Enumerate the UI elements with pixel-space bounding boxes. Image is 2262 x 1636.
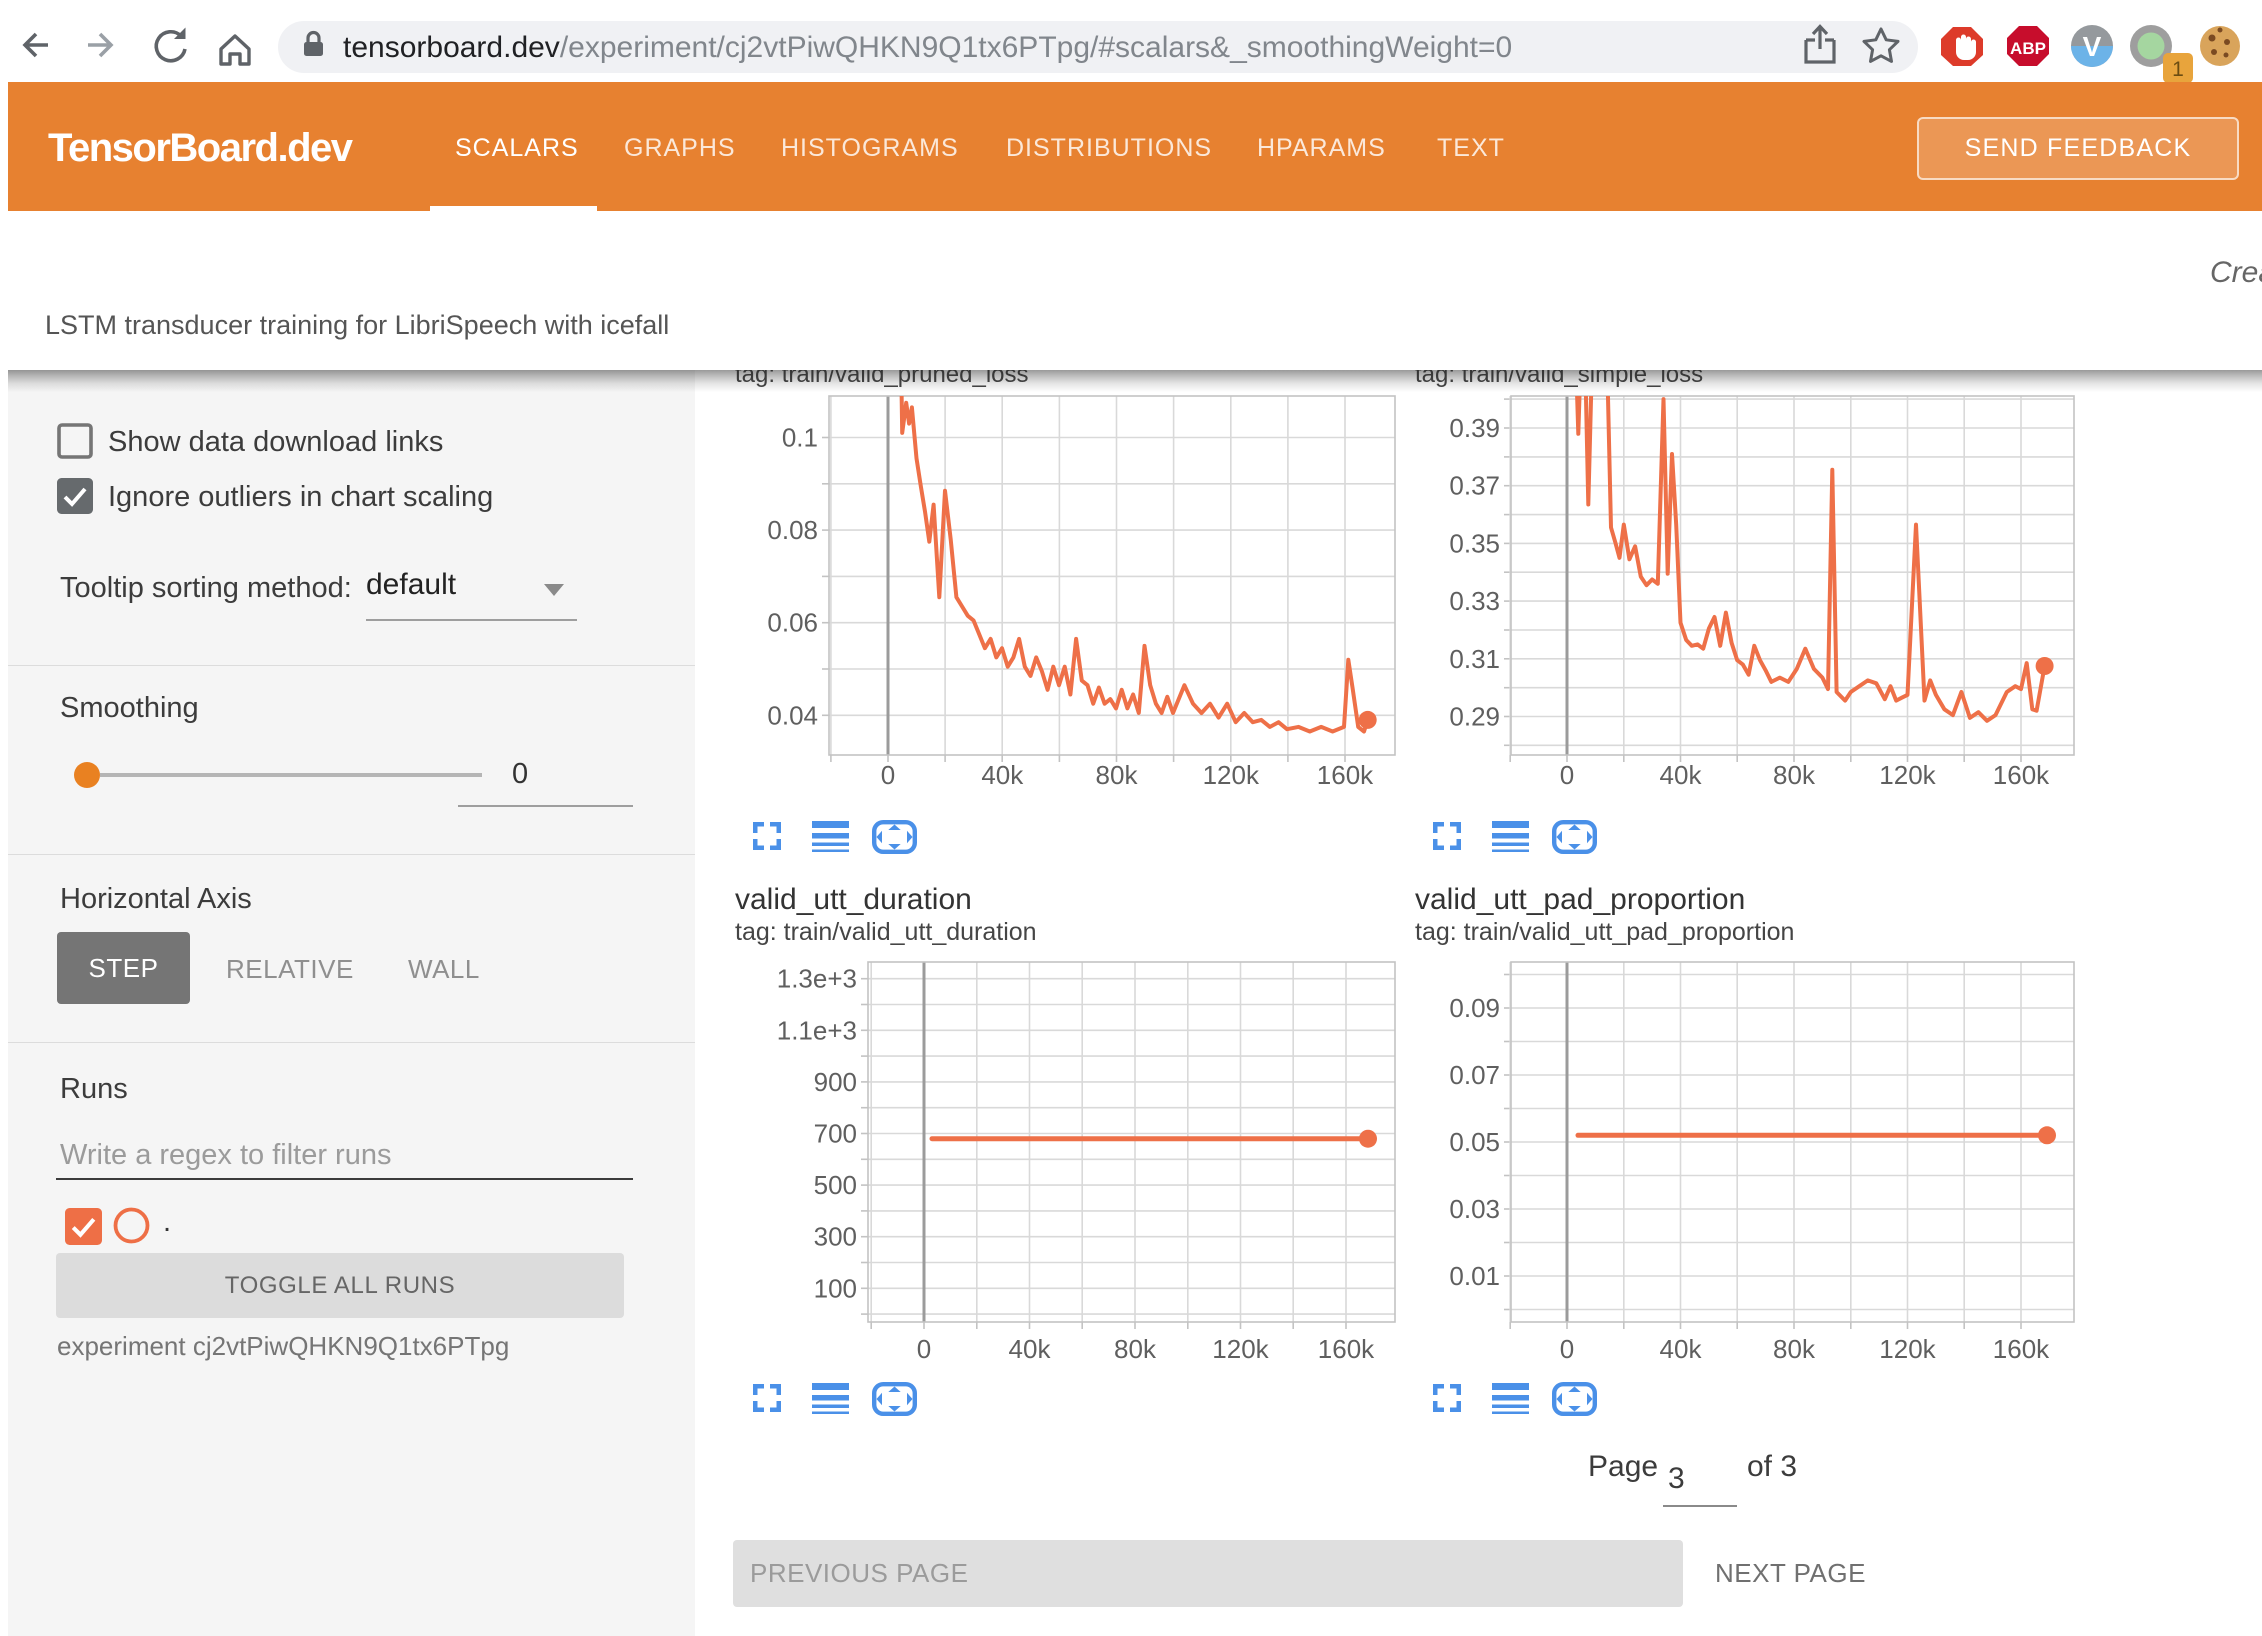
svg-text:1.1e+3: 1.1e+3 <box>777 1015 857 1045</box>
svg-text:V: V <box>2083 31 2102 62</box>
svg-text:0.05: 0.05 <box>1449 1127 1500 1157</box>
svg-text:300: 300 <box>814 1222 857 1252</box>
svg-text:700: 700 <box>814 1119 857 1149</box>
svg-text:ABP: ABP <box>2010 39 2046 58</box>
svg-text:80k: 80k <box>1096 760 1139 790</box>
svg-text:80k: 80k <box>1773 1334 1816 1364</box>
svg-text:1.3e+3: 1.3e+3 <box>777 964 857 994</box>
svg-text:1: 1 <box>2172 58 2184 81</box>
svg-text:0.01: 0.01 <box>1449 1261 1500 1291</box>
svg-text:0.39: 0.39 <box>1449 413 1500 443</box>
svg-text:tag: train/valid_utt_duration: tag: train/valid_utt_duration <box>735 918 1037 946</box>
svg-text:160k: 160k <box>1317 760 1374 790</box>
svg-text:0: 0 <box>881 760 895 790</box>
svg-text:0.06: 0.06 <box>767 608 818 638</box>
svg-text:0.03: 0.03 <box>1449 1194 1500 1224</box>
svg-text:tensorboard.dev/experiment/cj2: tensorboard.dev/experiment/cj2vtPiwQHKN9… <box>343 31 1512 64</box>
svg-text:120k: 120k <box>1212 1334 1269 1364</box>
svg-text:0.09: 0.09 <box>1449 993 1500 1023</box>
svg-text:40k: 40k <box>981 760 1024 790</box>
svg-text:0.31: 0.31 <box>1449 644 1500 674</box>
svg-text:40k: 40k <box>1660 1334 1703 1364</box>
svg-text:0.1: 0.1 <box>782 423 818 453</box>
svg-text:0: 0 <box>1560 760 1574 790</box>
svg-text:120k: 120k <box>1879 1334 1936 1364</box>
svg-text:valid_utt_duration: valid_utt_duration <box>735 883 972 916</box>
svg-text:160k: 160k <box>1993 760 2050 790</box>
svg-text:0: 0 <box>917 1334 931 1364</box>
svg-text:80k: 80k <box>1773 760 1816 790</box>
svg-text:0.29: 0.29 <box>1449 702 1500 732</box>
svg-text:40k: 40k <box>1660 760 1703 790</box>
svg-text:120k: 120k <box>1203 760 1260 790</box>
svg-text:0.08: 0.08 <box>767 515 818 545</box>
svg-text:160k: 160k <box>1993 1334 2050 1364</box>
svg-text:valid_utt_pad_proportion: valid_utt_pad_proportion <box>1415 883 1745 916</box>
svg-text:0.07: 0.07 <box>1449 1060 1500 1090</box>
svg-text:80k: 80k <box>1114 1334 1157 1364</box>
svg-text:0.04: 0.04 <box>767 700 818 730</box>
svg-text:900: 900 <box>814 1067 857 1097</box>
svg-text:0: 0 <box>1560 1334 1574 1364</box>
svg-text:120k: 120k <box>1879 760 1936 790</box>
svg-text:160k: 160k <box>1318 1334 1375 1364</box>
svg-text:40k: 40k <box>1009 1334 1052 1364</box>
svg-text:0.35: 0.35 <box>1449 528 1500 558</box>
svg-text:100: 100 <box>814 1273 857 1303</box>
svg-text:0.33: 0.33 <box>1449 586 1500 616</box>
svg-text:0.37: 0.37 <box>1449 471 1500 501</box>
svg-text:tag: train/valid_utt_pad_propo: tag: train/valid_utt_pad_proportion <box>1415 918 1794 946</box>
svg-text:500: 500 <box>814 1170 857 1200</box>
